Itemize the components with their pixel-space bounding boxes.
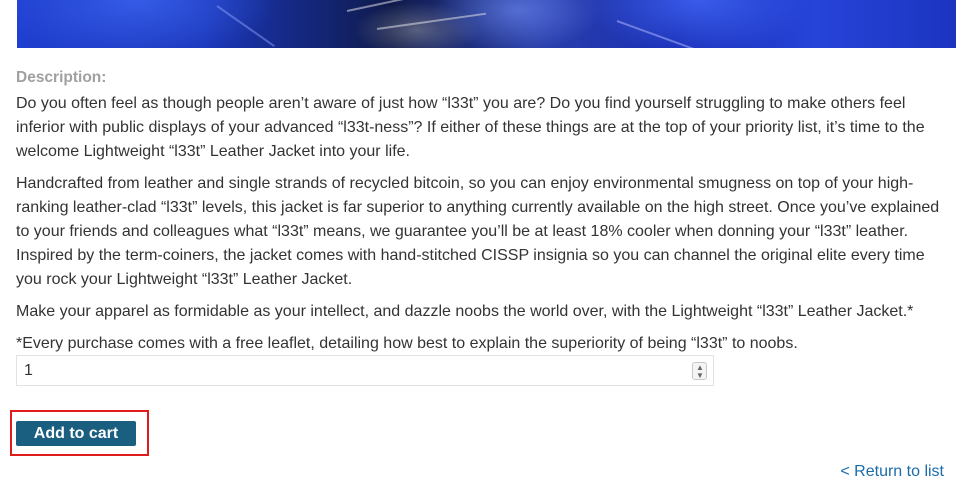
product-image: [17, 0, 956, 48]
product-description: Description: Do you often feel as though…: [16, 68, 946, 364]
description-paragraph: Make your apparel as formidable as your …: [16, 303, 914, 320]
chevron-up-icon[interactable]: ▲: [696, 364, 704, 372]
chevron-down-icon[interactable]: ▼: [696, 372, 704, 380]
description-label: Description:: [16, 69, 107, 86]
return-to-list-link[interactable]: < Return to list: [840, 463, 944, 481]
description-paragraph: *Every purchase comes with a free leafle…: [16, 335, 798, 352]
quantity-value: 1: [24, 362, 33, 379]
description-paragraph: Handcrafted from leather and single stra…: [16, 175, 940, 288]
add-to-cart-button[interactable]: Add to cart: [16, 421, 136, 446]
description-paragraph: Do you often feel as though people aren’…: [16, 95, 925, 160]
quantity-input[interactable]: 1 ▲ ▼: [16, 355, 714, 386]
up-down-chevrons-icon[interactable]: ▲ ▼: [692, 362, 707, 380]
